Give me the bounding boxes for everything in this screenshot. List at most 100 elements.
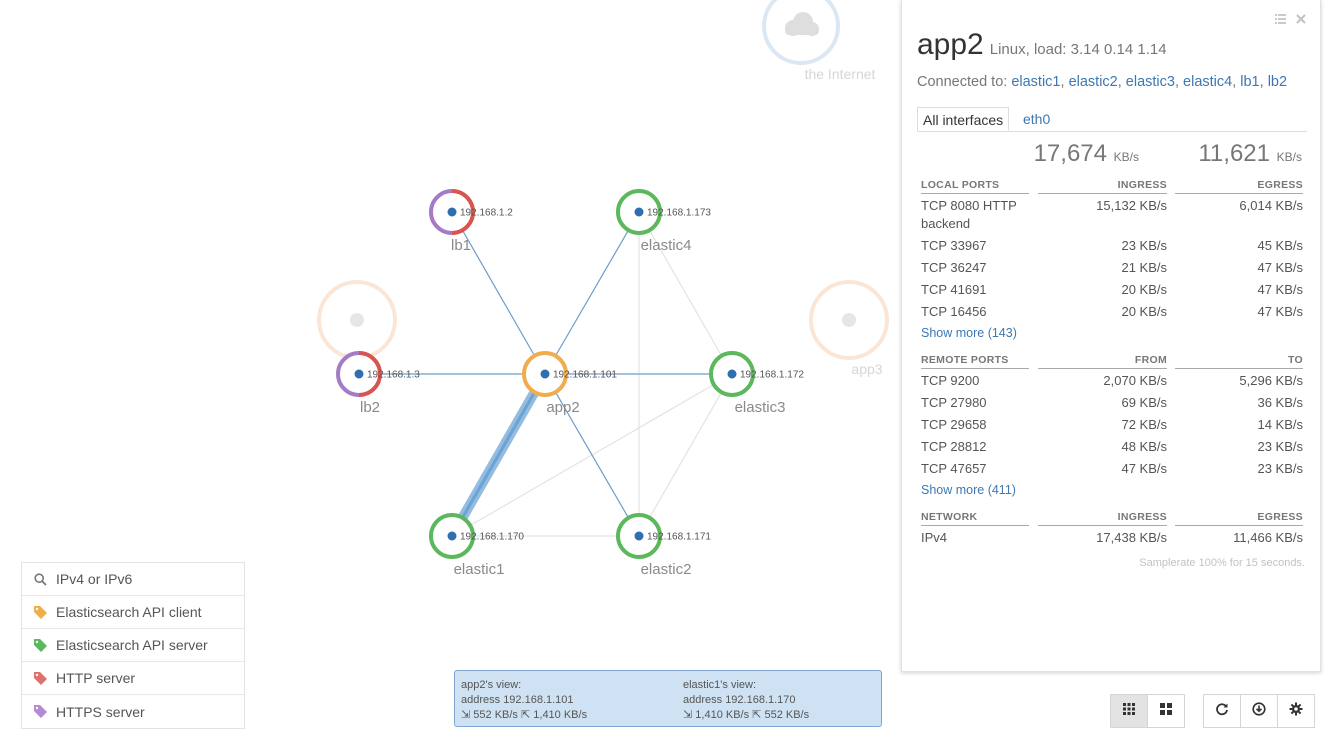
node-dot	[540, 369, 550, 379]
faded-node-internet[interactable]: the Internet	[762, 0, 876, 82]
connected-separator: ,	[1117, 74, 1122, 90]
total-egress-unit: KB/s	[1276, 150, 1302, 164]
grid-large-view-button[interactable]	[1147, 694, 1185, 728]
connected-separator: ,	[1060, 74, 1065, 90]
port-name: TCP 16456	[921, 304, 987, 319]
port-name: IPv4	[921, 530, 948, 545]
show-more-local-ports[interactable]: Show more (143)	[921, 326, 1017, 340]
settings-button[interactable]	[1277, 694, 1315, 728]
port-name: TCP 8080 HTTP	[921, 198, 1017, 213]
remote-ports-header: REMOTE PORTS	[921, 354, 1029, 369]
node-label: app2	[546, 399, 579, 416]
legend-label: HTTPS server	[56, 703, 145, 720]
connected-link-elastic4[interactable]: elastic4	[1183, 74, 1232, 90]
target-view-out: 552 KB/s	[764, 709, 810, 721]
total-ingress: 17,674 KB/s	[1034, 140, 1139, 168]
node-elastic4[interactable]: 192.168.1.173 elastic4	[616, 189, 711, 254]
port-out-rate: 45 KB/s	[1257, 238, 1303, 253]
node-elastic2[interactable]: 192.168.1.171 elastic2	[616, 513, 711, 578]
legend-item-https-server[interactable]: HTTPS server	[22, 695, 244, 728]
port-name: TCP 41691	[921, 282, 987, 297]
download-button[interactable]	[1240, 694, 1278, 728]
node-ip: 192.168.1.170	[460, 532, 524, 543]
port-out-rate: 47 KB/s	[1257, 260, 1303, 275]
tab-eth0[interactable]: eth0	[1018, 107, 1055, 131]
port-in-rate: 20 KB/s	[1121, 304, 1167, 319]
port-out-rate: 23 KB/s	[1257, 461, 1303, 476]
port-out-rate: 47 KB/s	[1257, 304, 1303, 319]
port-out-rate: 23 KB/s	[1257, 439, 1303, 454]
view-toggle-group	[1110, 694, 1185, 728]
legend-item-ip-search[interactable]: IPv4 or IPv6	[22, 563, 244, 596]
port-out-rate: 5,296 KB/s	[1239, 373, 1303, 388]
grid-large-icon	[1160, 702, 1172, 720]
legend-item-es-server[interactable]: Elasticsearch API server	[22, 629, 244, 662]
node-meta: Linux, load: 3.14 0.14 1.14	[989, 41, 1167, 58]
connected-link-elastic2[interactable]: elastic2	[1069, 74, 1118, 90]
faded-node-label: the Internet	[805, 66, 876, 82]
list-icon[interactable]	[1275, 12, 1286, 27]
connected-link-lb2[interactable]: lb2	[1268, 74, 1287, 90]
legend-item-http-server[interactable]: HTTP server	[22, 662, 244, 695]
connected-link-elastic1[interactable]: elastic1	[1011, 74, 1060, 90]
port-in-rate: 48 KB/s	[1121, 439, 1167, 454]
node-elastic3[interactable]: 192.168.1.172 elastic3	[709, 351, 804, 416]
remote-from-header: FROM	[1038, 354, 1167, 369]
total-egress-value: 11,621	[1198, 140, 1270, 167]
node-ip: 192.168.1.171	[647, 532, 711, 543]
connected-separator: ,	[1174, 74, 1179, 90]
tab-all-interfaces[interactable]: All interfaces	[917, 107, 1010, 131]
port-in-rate: 23 KB/s	[1121, 238, 1167, 253]
node-app2[interactable]: 192.168.1.101 app2	[522, 351, 617, 416]
samplerate-note: Samplerate 100% for 15 seconds.	[1139, 557, 1305, 569]
node-dot	[634, 207, 644, 217]
network-ingress-header: INGRESS	[1038, 511, 1167, 526]
node-ip: 192.168.1.2	[460, 208, 513, 219]
tag-icon	[34, 671, 48, 685]
refresh-button[interactable]	[1203, 694, 1241, 728]
sign-in-icon: ⇲	[461, 709, 471, 721]
legend-label: Elasticsearch API client	[56, 604, 202, 620]
port-name: TCP 28812	[921, 439, 987, 454]
remote-to-header: TO	[1175, 354, 1303, 369]
port-in-rate: 17,438 KB/s	[1096, 530, 1167, 545]
legend-item-es-client[interactable]: Elasticsearch API client	[22, 596, 244, 629]
port-in-rate: 2,070 KB/s	[1103, 373, 1167, 388]
port-name: TCP 9200	[921, 373, 980, 388]
node-lb2[interactable]: 192.168.1.3 lb2	[336, 351, 420, 416]
grid-small-view-button[interactable]	[1110, 694, 1148, 728]
port-out-rate: 6,014 KB/s	[1239, 198, 1303, 213]
grid-small-icon	[1123, 702, 1135, 720]
port-out-rate: 36 KB/s	[1257, 395, 1303, 410]
node-dot	[447, 531, 457, 541]
port-in-rate: 15,132 KB/s	[1096, 198, 1167, 213]
connected-separator: ,	[1259, 74, 1264, 90]
node-label: elastic2	[641, 561, 692, 578]
node-ip: 192.168.1.173	[647, 208, 711, 219]
nodes: 192.168.1.2lb1192.168.1.173elastic4192.1…	[336, 189, 804, 578]
target-view-in: 1,410 KB/s	[695, 709, 750, 721]
node-ip: 192.168.1.3	[367, 370, 420, 381]
node-elastic1[interactable]: 192.168.1.170 elastic1	[429, 513, 524, 578]
port-in-rate: 72 KB/s	[1121, 417, 1167, 432]
node-lb1[interactable]: 192.168.1.2 lb1	[429, 189, 513, 254]
node-label: lb2	[360, 399, 380, 416]
sign-out-icon: ⇱	[752, 709, 762, 721]
port-name: TCP 47657	[921, 461, 987, 476]
faded-node-app3[interactable]: app3	[809, 280, 889, 377]
legend-label: IPv4 or IPv6	[56, 571, 133, 587]
port-in-rate: 21 KB/s	[1121, 260, 1167, 275]
target-view: elastic1's view: address 192.168.1.170 ⇲…	[683, 678, 809, 723]
refresh-icon	[1215, 702, 1229, 721]
close-icon[interactable]	[1296, 12, 1306, 27]
tag-icon	[34, 638, 48, 652]
connected-link-elastic3[interactable]: elastic3	[1126, 74, 1175, 90]
faded-node[interactable]	[317, 280, 397, 360]
source-view: app2's view: address 192.168.1.101 ⇲ 552…	[461, 678, 587, 723]
connected-prefix: Connected to:	[917, 74, 1008, 90]
node-ip: 192.168.1.101	[553, 370, 617, 381]
show-more-remote-ports[interactable]: Show more (411)	[921, 483, 1016, 497]
edge-info-box: app2's view: address 192.168.1.101 ⇲ 552…	[454, 670, 882, 727]
connected-link-lb1[interactable]: lb1	[1240, 74, 1259, 90]
node-dot	[447, 207, 457, 217]
